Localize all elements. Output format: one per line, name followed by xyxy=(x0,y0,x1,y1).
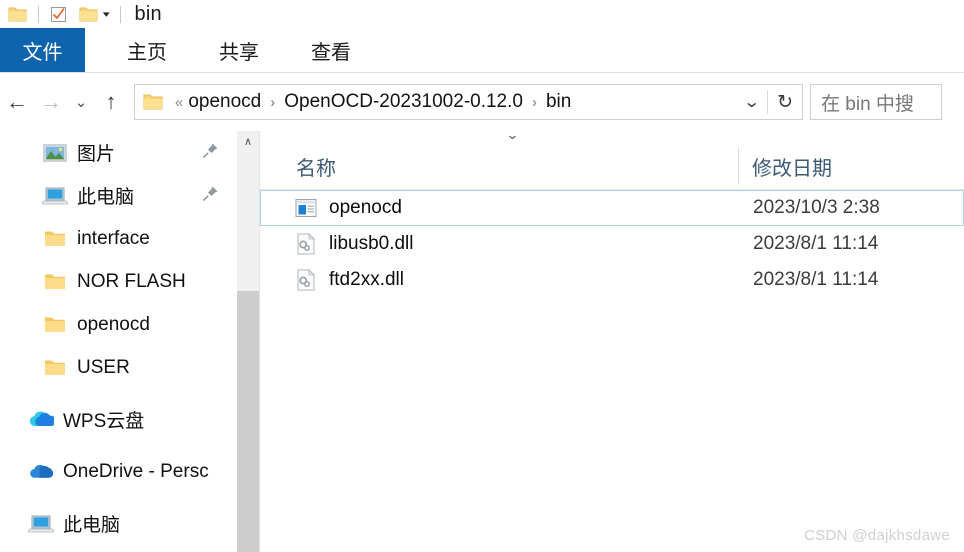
pin-icon[interactable] xyxy=(202,185,219,207)
column-header-name[interactable]: 名称 xyxy=(296,152,336,181)
chevron-down-icon[interactable]: ▾ xyxy=(98,9,114,19)
breadcrumb-item-openocd-version[interactable]: OpenOCD-20231002-0.12.0 xyxy=(282,91,525,113)
navigation-pane: 图片 此电脑 interface NOR FLASH openocd USER … xyxy=(0,131,237,552)
file-list-pane: ⌄ 名称 修改日期 openocd 2023/10/3 2:38 libusb0… xyxy=(260,127,964,552)
recent-locations-button[interactable]: ⌄ xyxy=(68,85,94,119)
navigation-pane-scrollbar[interactable]: ∧ xyxy=(237,131,259,552)
application-icon xyxy=(293,195,319,221)
ribbon-tab-bar: 文件 主页 共享 查看 xyxy=(0,28,964,72)
sidebar-item-interface[interactable]: interface xyxy=(0,217,237,260)
wps-cloud-icon xyxy=(28,407,54,433)
file-explorer-window: ▾ bin 文件 主页 共享 查看 ← → ⌄ ↑ « openocd › Op… xyxy=(0,0,964,552)
sidebar-item-label: USER xyxy=(77,356,130,378)
file-date: 2023/10/3 2:38 xyxy=(753,197,880,218)
up-button[interactable]: ↑ xyxy=(94,85,128,119)
folder-icon-2[interactable] xyxy=(77,3,99,25)
column-header-divider[interactable] xyxy=(738,147,739,185)
sidebar-item-pictures[interactable]: 图片 xyxy=(0,131,237,174)
sidebar-item-label: 此电脑 xyxy=(77,187,135,208)
column-header-date[interactable]: 修改日期 xyxy=(752,152,832,181)
forward-button[interactable]: → xyxy=(34,85,68,119)
folder-icon xyxy=(42,226,68,252)
sidebar-item-label: OneDrive - Persc xyxy=(63,460,209,482)
chevron-down-icon[interactable]: ⌄ xyxy=(731,92,772,112)
file-date: 2023/8/1 11:14 xyxy=(753,269,879,290)
sidebar-item-wps-cloud[interactable]: WPS云盘 xyxy=(0,398,237,441)
chevron-down-icon[interactable]: ⌄ xyxy=(506,127,520,143)
search-placeholder: 在 bin 中搜 xyxy=(821,93,914,115)
file-rows: openocd 2023/10/3 2:38 libusb0.dll 2023/… xyxy=(260,190,964,298)
sidebar-item-nor-flash[interactable]: NOR FLASH xyxy=(0,260,237,303)
sidebar-item-label: interface xyxy=(77,227,150,249)
breadcrumb-item-bin[interactable]: bin xyxy=(544,91,573,113)
table-row[interactable]: ftd2xx.dll 2023/8/1 11:14 xyxy=(260,262,964,298)
onedrive-icon xyxy=(28,459,54,485)
pictures-icon xyxy=(42,140,68,166)
tab-home[interactable]: 主页 xyxy=(109,28,185,72)
sidebar-item-user[interactable]: USER xyxy=(0,346,237,389)
folder-icon[interactable] xyxy=(6,3,28,25)
file-date: 2023/8/1 11:14 xyxy=(753,233,879,254)
watermark: CSDN @dajkhsdawe xyxy=(804,527,950,544)
scrollbar-thumb[interactable] xyxy=(237,291,259,552)
sidebar-item-label: openocd xyxy=(77,313,150,335)
sidebar-item-openocd[interactable]: openocd xyxy=(0,303,237,346)
dll-file-icon xyxy=(293,267,319,293)
table-row[interactable]: libusb0.dll 2023/8/1 11:14 xyxy=(260,226,964,262)
window-title: bin xyxy=(134,2,162,25)
folder-icon xyxy=(143,93,163,111)
column-header-row: 名称 修改日期 xyxy=(260,143,964,189)
breadcrumb-overflow[interactable]: « xyxy=(171,94,186,111)
file-name: openocd xyxy=(329,197,402,218)
sidebar-item-label: 此电脑 xyxy=(63,515,121,536)
sidebar-item-label: 图片 xyxy=(77,144,116,165)
sidebar-item-this-pc-quick[interactable]: 此电脑 xyxy=(0,174,237,217)
refresh-icon[interactable]: ↻ xyxy=(768,91,802,114)
pin-icon[interactable] xyxy=(202,142,219,164)
tab-share[interactable]: 共享 xyxy=(201,28,277,72)
quick-access-toolbar: ▾ bin xyxy=(0,0,964,28)
sidebar-item-this-pc[interactable]: 此电脑 xyxy=(0,502,237,545)
search-input[interactable]: 在 bin 中搜 xyxy=(810,84,942,120)
folder-icon xyxy=(42,355,68,381)
breadcrumb-separator-2[interactable]: › xyxy=(525,94,544,111)
breadcrumb-separator-1[interactable]: › xyxy=(263,94,282,111)
breadcrumb-item-openocd[interactable]: openocd xyxy=(186,91,263,113)
sidebar-item-label: NOR FLASH xyxy=(77,270,186,292)
scroll-up-arrow-icon[interactable]: ∧ xyxy=(237,131,259,151)
tab-view[interactable]: 查看 xyxy=(293,28,369,72)
tab-file[interactable]: 文件 xyxy=(0,28,85,72)
explorer-body: 图片 此电脑 interface NOR FLASH openocd USER … xyxy=(0,127,964,552)
toolbar-separator-2 xyxy=(119,5,121,23)
computer-icon xyxy=(42,183,68,209)
folder-icon xyxy=(42,269,68,295)
computer-icon xyxy=(28,511,54,537)
sidebar-item-label: WPS云盘 xyxy=(63,411,145,432)
dll-file-icon xyxy=(293,231,319,257)
file-name: libusb0.dll xyxy=(329,233,414,254)
checkbox-checked-icon[interactable] xyxy=(47,3,69,25)
address-toolbar: ← → ⌄ ↑ « openocd › OpenOCD-20231002-0.1… xyxy=(0,73,964,131)
file-name: ftd2xx.dll xyxy=(329,269,404,290)
toolbar-separator-1 xyxy=(38,5,39,23)
address-bar[interactable]: « openocd › OpenOCD-20231002-0.12.0 › bi… xyxy=(134,84,803,120)
back-button[interactable]: ← xyxy=(0,85,34,119)
table-row[interactable]: openocd 2023/10/3 2:38 xyxy=(260,190,964,226)
folder-icon xyxy=(42,312,68,338)
sidebar-item-onedrive[interactable]: OneDrive - Persc xyxy=(0,450,237,493)
